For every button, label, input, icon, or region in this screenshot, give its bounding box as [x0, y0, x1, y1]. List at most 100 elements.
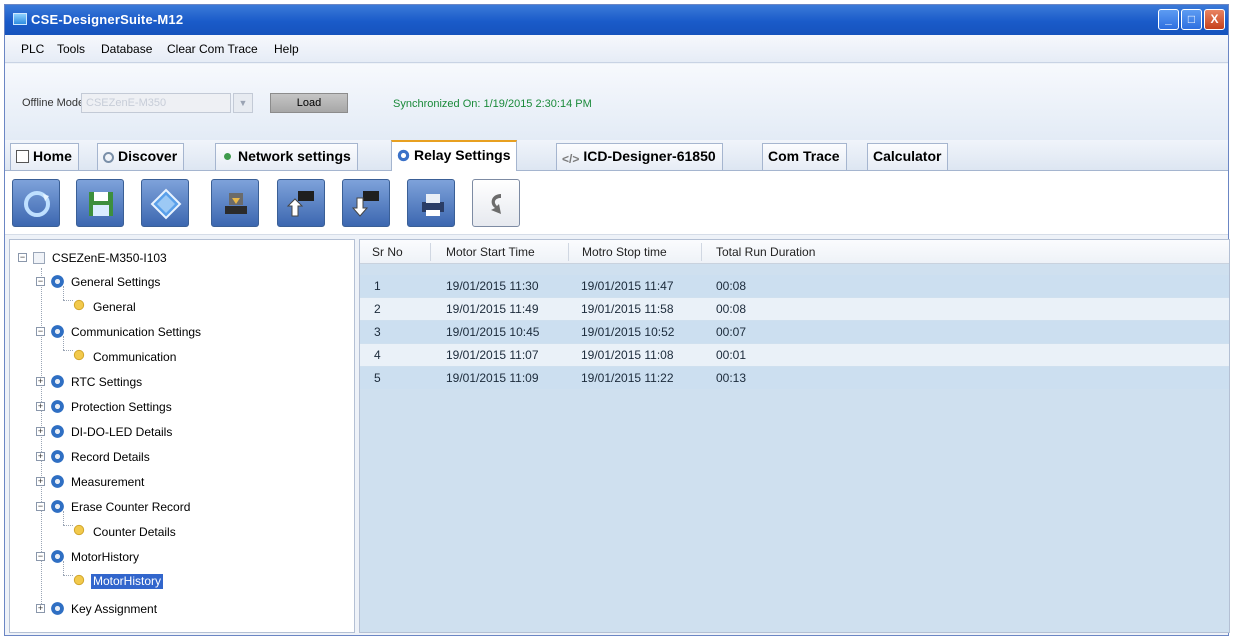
- cell-run-duration: 00:01: [716, 348, 747, 362]
- load-button[interactable]: Load: [270, 93, 348, 113]
- tree-guide: [63, 525, 73, 526]
- collapse-icon[interactable]: −: [36, 327, 45, 336]
- cell-stop-time: 19/01/2015 11:47: [581, 279, 674, 293]
- tree-root-label: CSEZenE-M350-I103: [52, 251, 167, 265]
- diamond-button[interactable]: [141, 179, 189, 227]
- close-button[interactable]: X: [1204, 9, 1225, 30]
- download-device-button[interactable]: [342, 179, 390, 227]
- column-separator[interactable]: [430, 243, 431, 261]
- column-header-sr-no[interactable]: Sr No: [372, 245, 403, 259]
- tree-guide: [63, 350, 73, 351]
- code-icon: </>: [562, 152, 580, 166]
- gear-icon: [50, 474, 65, 489]
- menu-database[interactable]: Database: [101, 42, 152, 56]
- upload-device-icon: [286, 191, 314, 217]
- cell-sr-no: 1: [374, 279, 381, 293]
- window-title: CSE-DesignerSuite-M12: [31, 12, 184, 27]
- collapse-icon[interactable]: −: [18, 253, 27, 262]
- network-icon: [221, 150, 234, 163]
- motor-history-grid: Sr No Motor Start Time Motro Stop time T…: [359, 239, 1230, 633]
- maximize-button[interactable]: □: [1181, 9, 1202, 30]
- app-window: CSE-DesignerSuite-M12 _ □ X PLC Tools Da…: [4, 4, 1230, 636]
- table-row[interactable]: 5 19/01/2015 11:09 19/01/2015 11:22 00:1…: [360, 367, 1229, 389]
- undo-icon: [491, 194, 501, 214]
- key-icon: [73, 299, 88, 314]
- expand-icon[interactable]: +: [36, 402, 45, 411]
- expand-icon[interactable]: +: [36, 427, 45, 436]
- cell-run-duration: 00:08: [716, 302, 747, 316]
- tab-home[interactable]: Home: [10, 143, 79, 170]
- app-icon: [13, 13, 27, 25]
- cell-stop-time: 19/01/2015 11:08: [581, 348, 674, 362]
- collapse-icon[interactable]: −: [36, 502, 45, 511]
- device-icon: [33, 252, 45, 264]
- tab-label: Relay Settings: [414, 147, 511, 163]
- cell-stop-time: 19/01/2015 10:52: [581, 325, 675, 339]
- cell-start-time: 19/01/2015 10:45: [446, 325, 540, 339]
- table-row[interactable]: 3 19/01/2015 10:45 19/01/2015 10:52 00:0…: [360, 321, 1229, 343]
- upload-device-button[interactable]: [277, 179, 325, 227]
- tree-guide: [63, 575, 73, 576]
- collapse-icon[interactable]: −: [36, 552, 45, 561]
- refresh-button[interactable]: [12, 179, 60, 227]
- tab-strip: Home Discover Network settings Relay Set…: [5, 140, 1228, 172]
- gear-icon: [397, 149, 410, 162]
- menu-bar: PLC Tools Database Clear Com Trace Help: [5, 35, 1228, 63]
- table-row[interactable]: 4 19/01/2015 11:07 19/01/2015 11:08 00:0…: [360, 344, 1229, 366]
- column-header-run-duration[interactable]: Total Run Duration: [716, 245, 815, 259]
- menu-help[interactable]: Help: [274, 42, 299, 56]
- offline-mode-bar: Offline Mode : CSEZenE-M350 ▼ Load Synch…: [5, 64, 1228, 140]
- tree-guide: [63, 561, 64, 575]
- cell-sr-no: 2: [374, 302, 381, 316]
- tab-com-trace[interactable]: Com Trace: [762, 143, 847, 170]
- home-icon: [16, 150, 29, 163]
- tree-guide: [63, 286, 64, 300]
- minimize-button[interactable]: _: [1158, 9, 1179, 30]
- tab-calculator[interactable]: Calculator: [867, 143, 949, 170]
- cell-start-time: 19/01/2015 11:49: [446, 302, 539, 316]
- cell-stop-time: 19/01/2015 11:22: [581, 371, 674, 385]
- diamond-icon: [150, 188, 182, 220]
- undo-button[interactable]: [472, 179, 520, 227]
- print-icon: [422, 194, 444, 216]
- cell-stop-time: 19/01/2015 11:58: [581, 302, 674, 316]
- column-header-start-time[interactable]: Motor Start Time: [446, 245, 535, 259]
- cell-start-time: 19/01/2015 11:30: [446, 279, 539, 293]
- refresh-icon: [24, 191, 50, 217]
- collapse-icon[interactable]: −: [36, 277, 45, 286]
- table-row[interactable]: 2 19/01/2015 11:49 19/01/2015 11:58 00:0…: [360, 298, 1229, 320]
- cell-start-time: 19/01/2015 11:07: [446, 348, 539, 362]
- print-button[interactable]: [407, 179, 455, 227]
- save-icon: [89, 192, 113, 216]
- tab-label: ICD-Designer-61850: [583, 148, 716, 164]
- tab-discover[interactable]: Discover: [97, 143, 185, 170]
- menu-clear-com-trace[interactable]: Clear Com Trace: [167, 42, 258, 56]
- key-icon: [73, 349, 88, 364]
- tab-network-settings[interactable]: Network settings: [215, 143, 358, 170]
- expand-icon[interactable]: +: [36, 452, 45, 461]
- cell-sr-no: 4: [374, 348, 381, 362]
- offline-device-select[interactable]: CSEZenE-M350: [81, 93, 231, 113]
- key-icon: [73, 574, 88, 589]
- column-header-stop-time[interactable]: Motro Stop time: [582, 245, 667, 259]
- gear-icon: [50, 449, 65, 464]
- sync-status-text: Synchronized On: 1/19/2015 2:30:14 PM: [393, 98, 592, 110]
- gear-icon: [50, 374, 65, 389]
- expand-icon[interactable]: +: [36, 604, 45, 613]
- gear-icon: [50, 399, 65, 414]
- save-button[interactable]: [76, 179, 124, 227]
- column-separator[interactable]: [568, 243, 569, 261]
- menu-tools[interactable]: Tools: [57, 42, 85, 56]
- tab-relay-settings[interactable]: Relay Settings: [391, 140, 518, 172]
- table-row[interactable]: 1 19/01/2015 11:30 19/01/2015 11:47 00:0…: [360, 275, 1229, 297]
- tab-icd-designer[interactable]: </> ICD-Designer-61850: [556, 143, 723, 170]
- tree-guide: [63, 336, 64, 350]
- download-button[interactable]: [211, 179, 259, 227]
- expand-icon[interactable]: +: [36, 377, 45, 386]
- title-bar[interactable]: CSE-DesignerSuite-M12 _ □ X: [5, 5, 1228, 35]
- tab-label: Home: [33, 148, 72, 164]
- column-separator[interactable]: [701, 243, 702, 261]
- expand-icon[interactable]: +: [36, 477, 45, 486]
- chevron-down-icon[interactable]: ▼: [233, 93, 253, 113]
- menu-plc[interactable]: PLC: [21, 42, 44, 56]
